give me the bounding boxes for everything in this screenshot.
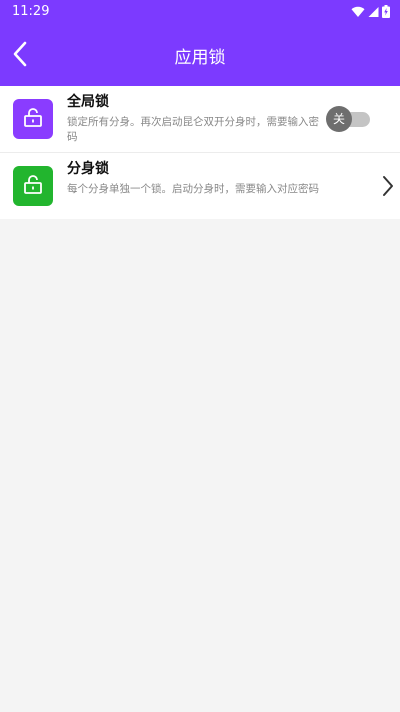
status-bar: 11:29 <box>0 0 400 24</box>
toggle-knob: 关 <box>326 106 352 132</box>
page-title: 应用锁 <box>174 48 226 68</box>
clone-lock-icon-badge <box>13 166 53 206</box>
wifi-icon <box>351 3 365 22</box>
global-lock-toggle[interactable]: 关 <box>326 106 370 132</box>
clone-lock-description: 每个分身单独一个锁。启动分身时，需要输入对应密码 <box>67 183 319 195</box>
clone-lock-row[interactable]: 分身锁 每个分身单独一个锁。启动分身时，需要输入对应密码 <box>0 153 400 219</box>
chevron-right-icon[interactable] <box>380 174 396 198</box>
system-icons <box>351 4 390 20</box>
unlock-icon <box>22 106 44 132</box>
battery-icon <box>382 3 390 22</box>
global-lock-title: 全局锁 <box>67 94 109 110</box>
unlock-icon <box>22 173 44 199</box>
signal-icon <box>368 3 379 22</box>
app-bar: 应用锁 <box>0 24 400 86</box>
global-lock-icon-badge <box>13 99 53 139</box>
global-lock-description: 锁定所有分身。再次启动昆仑双开分身时，需要输入密码 <box>67 116 319 143</box>
clone-lock-title: 分身锁 <box>67 161 109 177</box>
status-time: 11:29 <box>12 4 50 19</box>
global-lock-row[interactable]: 全局锁 锁定所有分身。再次启动昆仑双开分身时，需要输入密码 关 <box>0 86 400 152</box>
